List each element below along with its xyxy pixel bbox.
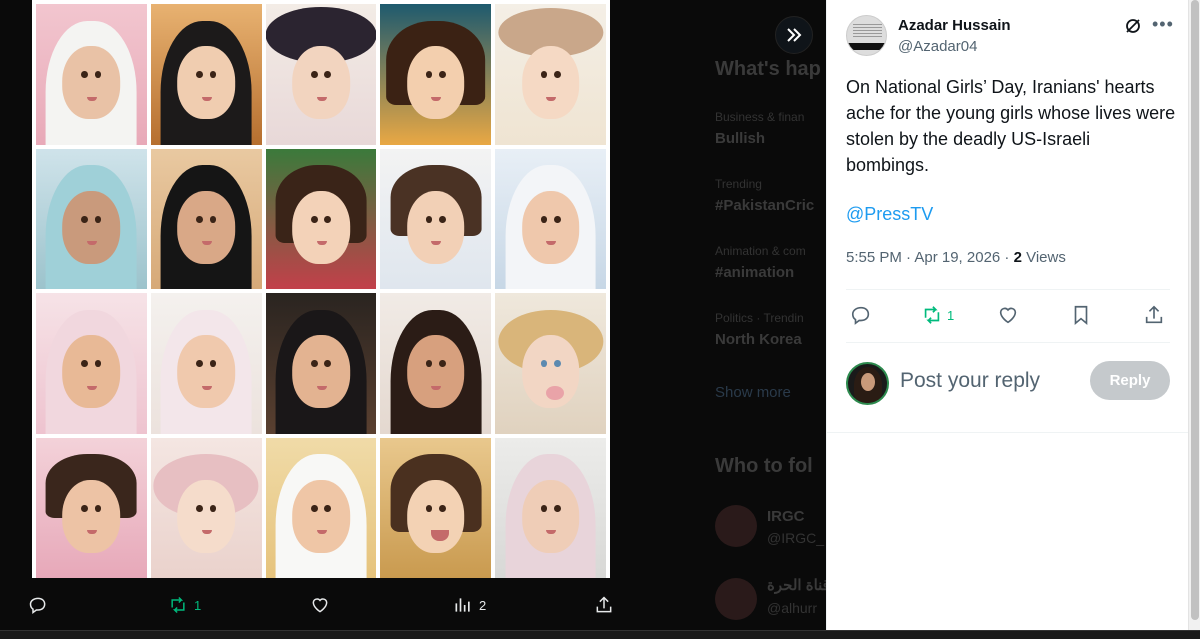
views-label: Views xyxy=(1021,249,1066,266)
account-avatar xyxy=(715,578,757,620)
retweet-icon xyxy=(171,596,185,614)
trend-title: #PakistanCric xyxy=(715,197,815,214)
portrait xyxy=(36,4,147,145)
reply-submit-button[interactable]: Reply xyxy=(1090,361,1170,400)
retweet-count: 1 xyxy=(194,597,202,613)
portrait xyxy=(265,437,377,578)
views-button[interactable]: 2 xyxy=(453,588,486,622)
views-icon xyxy=(455,598,470,612)
like-icon xyxy=(999,307,1017,324)
portrait xyxy=(380,4,492,145)
account-name: IRGC xyxy=(767,508,805,525)
trend-title: Bullish xyxy=(715,130,766,147)
expand-button[interactable] xyxy=(775,16,813,54)
more-icon[interactable]: ••• xyxy=(1152,14,1173,34)
portrait xyxy=(36,293,147,434)
tweet-detail-panel: Azadar Hussain @Azadar04 ••• On National… xyxy=(826,0,1189,631)
share-button[interactable] xyxy=(1143,304,1165,326)
portrait xyxy=(150,437,262,578)
show-more-link: Show more xyxy=(715,384,791,401)
reply-icon xyxy=(851,306,870,325)
portrait xyxy=(265,293,377,434)
portrait xyxy=(150,293,262,434)
reply-button[interactable] xyxy=(850,304,872,326)
tweet-action-bar: 1 xyxy=(827,298,1189,334)
like-button[interactable] xyxy=(310,588,330,622)
like-button[interactable] xyxy=(997,304,1019,326)
portrait xyxy=(495,437,606,578)
portrait xyxy=(380,148,492,289)
grok-icon[interactable] xyxy=(1123,16,1143,36)
media-action-bar: 1 2 xyxy=(0,588,640,622)
share-icon xyxy=(1145,305,1163,324)
portrait xyxy=(265,148,377,289)
views-count: 2 xyxy=(479,597,487,613)
retweet-count: 1 xyxy=(947,307,955,323)
bookmark-icon xyxy=(1074,305,1088,326)
account-handle: @IRGC_ xyxy=(767,530,824,546)
background-sidebar: What's hap Business & finan Bullish Tren… xyxy=(640,0,826,639)
expand-icon xyxy=(787,28,802,42)
like-icon xyxy=(312,598,328,613)
account-avatar xyxy=(715,505,757,547)
divider xyxy=(846,342,1170,343)
portrait xyxy=(380,293,492,434)
share-icon xyxy=(596,596,612,613)
portrait xyxy=(36,148,147,289)
tweet-meta: 5:55 PM · Apr 19, 2026 · 2 Views xyxy=(846,249,1066,266)
portrait xyxy=(495,293,606,434)
portrait xyxy=(380,437,492,578)
divider xyxy=(827,432,1189,433)
bookmark-button[interactable] xyxy=(1070,304,1092,326)
reply-icon xyxy=(29,597,46,614)
reply-button[interactable] xyxy=(28,588,48,622)
avatar[interactable] xyxy=(846,362,889,405)
portrait xyxy=(495,4,606,145)
trend-meta: Animation & com xyxy=(715,244,806,258)
trend-meta: Politics · Trendin xyxy=(715,311,804,325)
scrollbar-thumb[interactable] xyxy=(1191,0,1199,620)
portrait xyxy=(265,4,377,145)
whats-happening-heading: What's hap xyxy=(715,58,821,80)
tweet-text: On National Girls’ Day, Iranians' hearts… xyxy=(846,77,1176,175)
avatar[interactable] xyxy=(846,15,887,56)
account-name: قناة الحرة xyxy=(767,577,826,594)
divider xyxy=(846,289,1170,290)
reply-input[interactable]: Post your reply xyxy=(900,369,1040,393)
account-handle: @alhurr xyxy=(767,600,818,616)
views-count: 2 xyxy=(1013,249,1022,266)
portrait xyxy=(36,437,147,578)
share-button[interactable] xyxy=(594,588,614,622)
retweet-button[interactable]: 1 xyxy=(168,588,201,622)
trend-meta: Business & finan xyxy=(715,110,805,124)
author-name[interactable]: Azadar Hussain xyxy=(898,17,1011,34)
media-viewer: What's hap Business & finan Bullish Tren… xyxy=(0,0,826,639)
trend-meta: Trending xyxy=(715,177,762,191)
retweet-icon xyxy=(924,306,940,324)
who-to-follow-heading: Who to fol xyxy=(715,455,813,477)
trend-title: North Korea xyxy=(715,331,802,348)
portrait xyxy=(150,148,262,289)
author-handle[interactable]: @Azadar04 xyxy=(898,38,977,55)
portrait xyxy=(495,148,606,289)
mention-link[interactable]: @PressTV xyxy=(846,204,933,225)
retweet-button[interactable]: 1 xyxy=(921,304,954,326)
trend-title: #animation xyxy=(715,264,795,281)
timestamp[interactable]: 5:55 PM · Apr 19, 2026 · xyxy=(846,249,1014,266)
scrollbar[interactable] xyxy=(1188,0,1200,631)
taskbar xyxy=(0,630,1200,639)
tweet-image[interactable] xyxy=(32,0,610,578)
portrait xyxy=(150,4,262,145)
